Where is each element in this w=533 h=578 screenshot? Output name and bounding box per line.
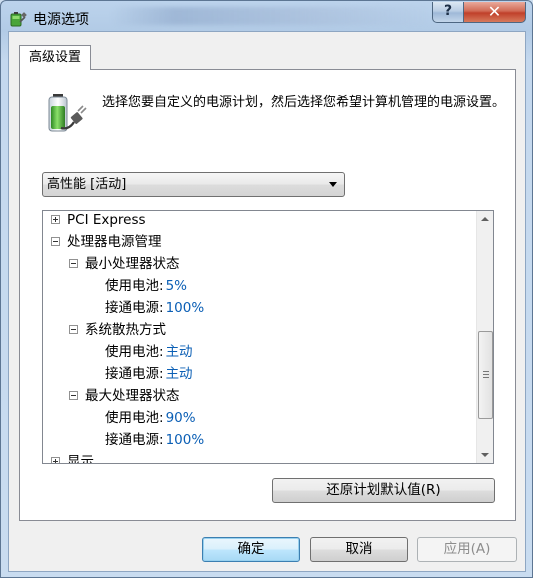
settings-tree[interactable]: PCI Express 处理器电源管理 最小处理器状态 使用电池: 5% 接通电源: 100…	[42, 210, 494, 464]
tree-row[interactable]: 使用电池: 5%	[105, 275, 187, 297]
tree-row-label: 最小处理器状态	[85, 256, 180, 272]
description-text: 选择您要自定义的电源计划，然后选择您希望计算机管理的电源设置。	[102, 95, 506, 110]
tree-row-label: 使用电池:	[105, 278, 164, 294]
tree-row[interactable]: 接通电源: 100%	[105, 429, 204, 451]
close-button[interactable]: ✕	[463, 2, 526, 23]
window-title: 电源选项	[33, 12, 89, 28]
tree-row-value[interactable]: 5%	[166, 278, 187, 294]
help-button[interactable]: ?	[432, 2, 464, 23]
scroll-thumb[interactable]	[478, 331, 493, 419]
tree-row-value[interactable]: 主动	[166, 366, 193, 382]
tree-scrollbar[interactable]	[476, 211, 493, 463]
tree-row-label: 最大处理器状态	[85, 388, 180, 404]
tree-row-value[interactable]: 100%	[166, 432, 205, 448]
battery-plug-icon	[48, 94, 87, 132]
title-bar-blur	[111, 7, 431, 25]
tree-row-value[interactable]: 90%	[166, 410, 196, 426]
expand-icon[interactable]	[51, 214, 60, 224]
tree-row-label: PCI Express	[67, 212, 146, 228]
collapse-icon[interactable]	[69, 324, 78, 334]
tree-row[interactable]: 最大处理器状态	[69, 385, 180, 407]
scroll-up-arrow-icon[interactable]	[477, 211, 493, 228]
tree-row[interactable]: 显示	[51, 451, 94, 464]
restore-defaults-button[interactable]: 还原计划默认值(R)	[272, 478, 495, 503]
tree-row-label: 处理器电源管理	[67, 234, 162, 250]
expand-icon[interactable]	[51, 456, 60, 463]
power-plan-selected: 高性能 [活动]	[47, 177, 127, 192]
tree-row[interactable]: 接通电源: 100%	[105, 297, 204, 319]
tree-row[interactable]: 处理器电源管理	[51, 231, 162, 253]
tree-row-label: 显示	[67, 454, 94, 464]
power-options-icon	[10, 12, 27, 27]
dialog-client-area: 高级设置 选择您要自定义的电源计划，然后选择您希望计算机管理的电源设置。 高性能…	[8, 31, 526, 572]
tab-panel: 选择您要自定义的电源计划，然后选择您希望计算机管理的电源设置。 高性能 [活动]…	[19, 69, 516, 521]
tree-row[interactable]: 接通电源: 主动	[105, 363, 193, 385]
collapse-icon[interactable]	[69, 390, 78, 400]
tree-row-label: 使用电池:	[105, 344, 164, 360]
grip-icon	[483, 371, 489, 378]
tree-row[interactable]: 最小处理器状态	[69, 253, 180, 275]
tree-row-value[interactable]: 主动	[166, 344, 193, 360]
chevron-down-icon	[329, 182, 337, 187]
apply-button: 应用(A)	[417, 537, 517, 562]
tree-row[interactable]: PCI Express	[51, 211, 146, 231]
cancel-button[interactable]: 取消	[310, 537, 408, 562]
tree-row-label: 接通电源:	[105, 432, 164, 448]
tree-row[interactable]: 使用电池: 主动	[105, 341, 193, 363]
title-bar[interactable]: 电源选项 ? ✕	[1, 1, 532, 33]
tree-row-label: 接通电源:	[105, 366, 164, 382]
close-icon: ✕	[487, 2, 502, 21]
collapse-icon[interactable]	[69, 258, 78, 268]
tree-row[interactable]: 系统散热方式	[69, 319, 166, 341]
tree-row-value[interactable]: 100%	[166, 300, 205, 316]
tab-advanced-settings[interactable]: 高级设置	[19, 45, 92, 70]
ok-button[interactable]: 确定	[202, 537, 300, 562]
tree-row-label: 接通电源:	[105, 300, 164, 316]
tree-row-label: 使用电池:	[105, 410, 164, 426]
power-options-dialog: 电源选项 ? ✕ 高级设置 选择您要自定义的电源计划，然后选择您希望计算机管理的…	[0, 0, 533, 578]
tree-row-label: 系统散热方式	[85, 322, 166, 338]
scroll-down-arrow-icon[interactable]	[477, 446, 493, 463]
power-plan-select[interactable]: 高性能 [活动]	[42, 172, 345, 197]
collapse-icon[interactable]	[51, 236, 60, 246]
tree-row[interactable]: 使用电池: 90%	[105, 407, 196, 429]
